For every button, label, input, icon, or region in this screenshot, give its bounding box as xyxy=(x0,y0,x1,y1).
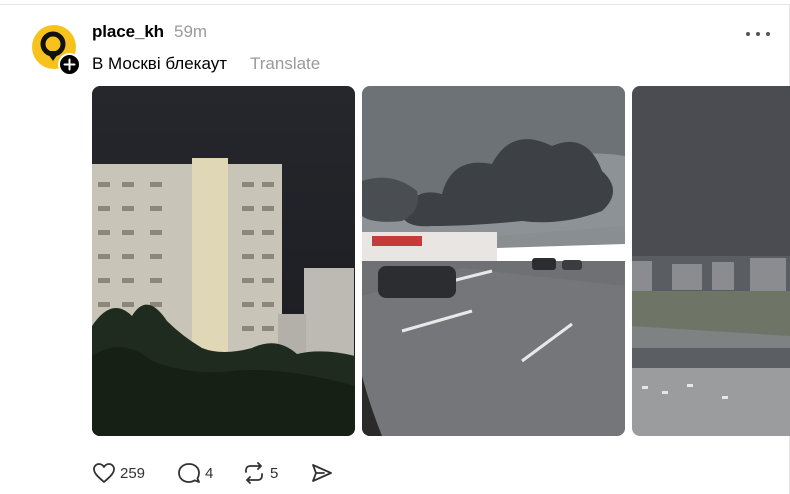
top-divider xyxy=(0,4,790,5)
comment-icon xyxy=(178,463,200,483)
translate-link[interactable]: Translate xyxy=(250,54,320,74)
like-button[interactable]: 259 xyxy=(92,460,152,486)
repost-count: 5 xyxy=(270,465,279,482)
share-button[interactable] xyxy=(310,460,336,486)
add-follow-icon[interactable] xyxy=(58,53,81,76)
like-count: 259 xyxy=(120,465,146,482)
post-caption: В Москві блекаут xyxy=(92,54,228,73)
reply-count: 4 xyxy=(205,465,214,482)
repost-icon xyxy=(245,462,263,484)
avatar[interactable] xyxy=(32,25,81,76)
post-time[interactable]: 59m xyxy=(174,22,207,42)
post-photo-3[interactable] xyxy=(632,86,790,436)
post-photo-1[interactable] xyxy=(92,86,355,436)
more-icon[interactable] xyxy=(744,24,772,44)
heart-icon xyxy=(93,463,115,483)
share-icon xyxy=(312,464,332,482)
username[interactable]: place_kh xyxy=(92,22,164,42)
repost-button[interactable]: 5 xyxy=(242,460,282,486)
post-photo-2[interactable] xyxy=(362,86,625,436)
reply-button[interactable]: 4 xyxy=(177,460,217,486)
